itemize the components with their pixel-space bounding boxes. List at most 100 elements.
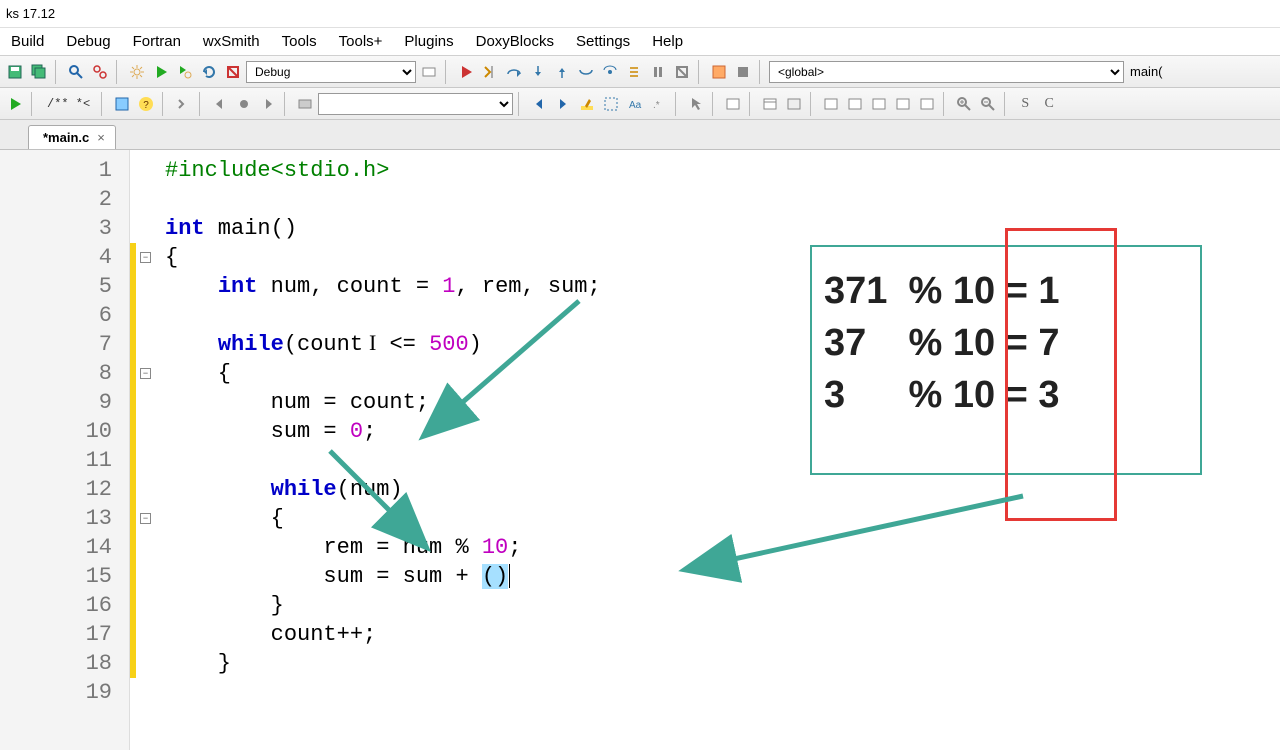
build-run-icon[interactable] bbox=[174, 61, 196, 83]
symbol-func-label: main( bbox=[1130, 64, 1163, 79]
line-number: 13 bbox=[0, 504, 120, 533]
code-line[interactable]: 14 rem = num % 10; bbox=[0, 533, 1280, 562]
menu-fortran[interactable]: Fortran bbox=[122, 29, 192, 54]
close-icon[interactable]: × bbox=[97, 130, 105, 145]
save-all-icon[interactable] bbox=[28, 61, 50, 83]
line-number: 8 bbox=[0, 359, 120, 388]
frame4-icon[interactable] bbox=[892, 93, 914, 115]
step-instr-icon[interactable] bbox=[599, 61, 621, 83]
menu-settings[interactable]: Settings bbox=[565, 29, 641, 54]
code-line[interactable]: 15 sum = sum + () bbox=[0, 562, 1280, 591]
cursor-icon[interactable] bbox=[685, 93, 707, 115]
nav-fwd-icon[interactable] bbox=[552, 93, 574, 115]
next-jump-icon[interactable] bbox=[257, 93, 279, 115]
debug-run-icon[interactable] bbox=[455, 61, 477, 83]
window-title: ks 17.12 bbox=[6, 6, 55, 21]
code-text: sum = 0; bbox=[165, 417, 376, 446]
annotation-red-box bbox=[1005, 228, 1117, 521]
step-over-icon[interactable] bbox=[503, 61, 525, 83]
record-jump-icon[interactable] bbox=[233, 93, 255, 115]
jump-history-select[interactable] bbox=[318, 93, 513, 115]
editor-tab-main-c[interactable]: *main.c × bbox=[28, 125, 116, 149]
zoom-out-icon[interactable] bbox=[977, 93, 999, 115]
zoom-in-icon[interactable] bbox=[953, 93, 975, 115]
step-into-icon[interactable] bbox=[527, 61, 549, 83]
frame3-icon[interactable] bbox=[868, 93, 890, 115]
help-icon[interactable]: ? bbox=[135, 93, 157, 115]
step-out-icon[interactable] bbox=[551, 61, 573, 83]
doxyblock-icon[interactable] bbox=[111, 93, 133, 115]
line-number: 10 bbox=[0, 417, 120, 446]
menu-doxyblocks[interactable]: DoxyBlocks bbox=[465, 29, 565, 54]
target-icon[interactable] bbox=[418, 61, 440, 83]
menu-tools[interactable]: Tools bbox=[271, 29, 328, 54]
toggle-source-icon[interactable] bbox=[4, 93, 26, 115]
save-icon[interactable] bbox=[4, 61, 26, 83]
zoom-icon[interactable] bbox=[65, 61, 87, 83]
text-s-icon[interactable]: S bbox=[1014, 93, 1036, 115]
symbol-scope-select[interactable]: <global> bbox=[769, 61, 1124, 83]
line-number: 3 bbox=[0, 214, 120, 243]
code-text: { bbox=[165, 504, 284, 533]
code-text: count++; bbox=[165, 620, 376, 649]
code-line[interactable]: 17 count++; bbox=[0, 620, 1280, 649]
match-case-icon[interactable]: Aa bbox=[624, 93, 646, 115]
window-icon[interactable] bbox=[722, 93, 744, 115]
stop-debug-icon[interactable] bbox=[671, 61, 693, 83]
code-line[interactable]: 16 } bbox=[0, 591, 1280, 620]
text-caret bbox=[509, 564, 510, 588]
debug-windows-icon[interactable] bbox=[708, 61, 730, 83]
nav-back-icon[interactable] bbox=[528, 93, 550, 115]
menu-build[interactable]: Build bbox=[0, 29, 55, 54]
menu-wxsmith[interactable]: wxSmith bbox=[192, 29, 271, 54]
gear-icon[interactable] bbox=[126, 61, 148, 83]
pause-icon[interactable] bbox=[647, 61, 669, 83]
frame2-icon[interactable] bbox=[844, 93, 866, 115]
code-text: { bbox=[165, 359, 231, 388]
code-line[interactable]: 1#include<stdio.h> bbox=[0, 156, 1280, 185]
toolbar-main: Debug <global> main( bbox=[0, 56, 1280, 88]
select-icon[interactable] bbox=[600, 93, 622, 115]
info-icon[interactable] bbox=[732, 61, 754, 83]
line-number: 17 bbox=[0, 620, 120, 649]
jump-icon[interactable] bbox=[172, 93, 194, 115]
svg-text:.*: .* bbox=[653, 100, 660, 111]
line-number: 9 bbox=[0, 388, 120, 417]
prev-jump-icon[interactable] bbox=[209, 93, 231, 115]
line-number: 16 bbox=[0, 591, 120, 620]
abort-icon[interactable] bbox=[222, 61, 244, 83]
find-replace-icon[interactable] bbox=[89, 61, 111, 83]
menu-tools+[interactable]: Tools+ bbox=[328, 29, 394, 54]
code-text: int num, count = 1, rem, sum; bbox=[165, 272, 601, 301]
panel-icon[interactable] bbox=[783, 93, 805, 115]
line-number: 11 bbox=[0, 446, 120, 475]
code-line[interactable]: 2 bbox=[0, 185, 1280, 214]
highlight-icon[interactable] bbox=[576, 93, 598, 115]
text-c-icon[interactable]: C bbox=[1038, 93, 1060, 115]
line-number: 14 bbox=[0, 533, 120, 562]
build-config-select[interactable]: Debug bbox=[246, 61, 416, 83]
run-to-cursor-icon[interactable] bbox=[479, 61, 501, 83]
menu-help[interactable]: Help bbox=[641, 29, 694, 54]
frame5-icon[interactable] bbox=[916, 93, 938, 115]
break-debug-icon[interactable] bbox=[623, 61, 645, 83]
code-line[interactable]: 19 bbox=[0, 678, 1280, 707]
menu-plugins[interactable]: Plugins bbox=[393, 29, 464, 54]
rebuild-icon[interactable] bbox=[198, 61, 220, 83]
line-number: 15 bbox=[0, 562, 120, 591]
line-number: 1 bbox=[0, 156, 120, 185]
line-number: 18 bbox=[0, 649, 120, 678]
line-number: 4 bbox=[0, 243, 120, 272]
code-text: sum = sum + () bbox=[165, 562, 510, 591]
run-icon[interactable] bbox=[150, 61, 172, 83]
next-instr-icon[interactable] bbox=[575, 61, 597, 83]
window-titlebar: ks 17.12 bbox=[0, 0, 1280, 28]
frame-icon[interactable] bbox=[820, 93, 842, 115]
code-text: int main() bbox=[165, 214, 297, 243]
regex-icon[interactable]: .* bbox=[648, 93, 670, 115]
menu-debug[interactable]: Debug bbox=[55, 29, 121, 54]
list-jump-icon[interactable] bbox=[294, 93, 316, 115]
code-line[interactable]: 18 } bbox=[0, 649, 1280, 678]
annotation-math-line: 371 % 10 = 1 bbox=[824, 265, 1182, 317]
dialog-icon[interactable] bbox=[759, 93, 781, 115]
